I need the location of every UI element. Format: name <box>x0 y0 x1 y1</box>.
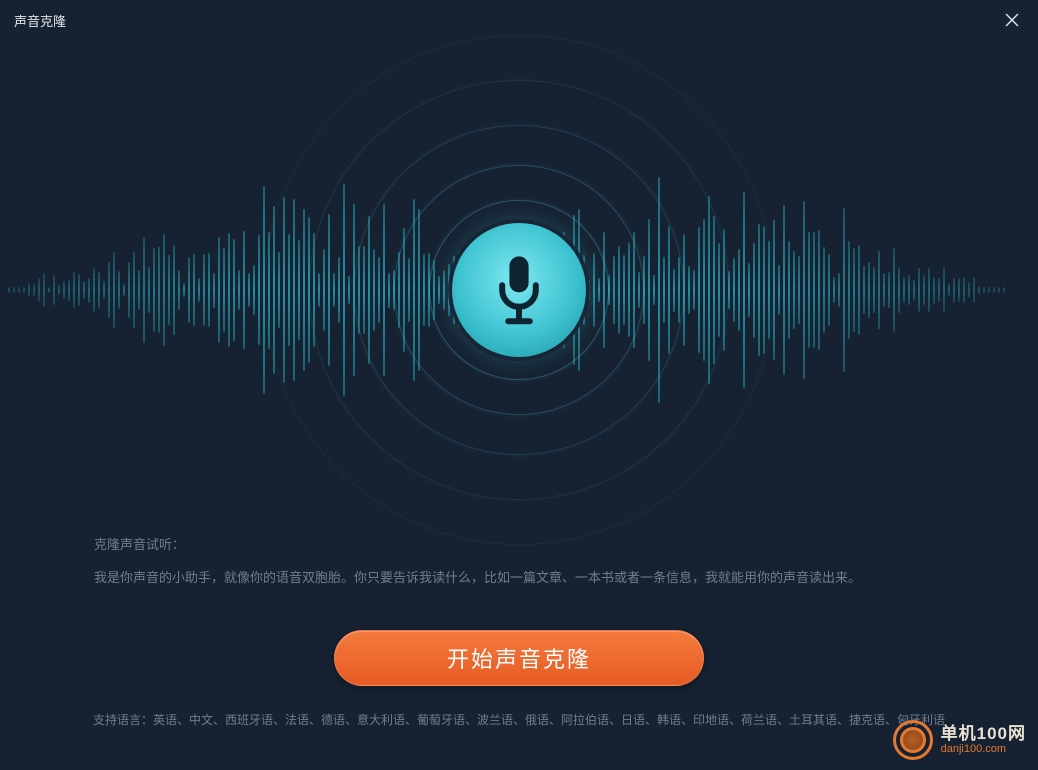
watermark: 单机100网 danji100.com <box>893 720 1026 760</box>
languages-list: 英语、中文、西班牙语、法语、德语、意大利语、葡萄牙语、波兰语、俄语、阿拉伯语、日… <box>153 713 945 727</box>
close-icon <box>1005 13 1019 27</box>
watermark-brand: 单机100网 <box>941 725 1026 744</box>
sample-text-block: 克隆声音试听： 我是你声音的小助手，就像你的语音双胞胎。你只要告诉我读什么，比如… <box>94 535 944 589</box>
watermark-url: danji100.com <box>941 743 1026 755</box>
supported-languages: 支持语言：英语、中文、西班牙语、法语、德语、意大利语、葡萄牙语、波兰语、俄语、阿… <box>80 710 958 730</box>
mic-ripple-group <box>279 50 759 530</box>
sample-description: 我是你声音的小助手，就像你的语音双胞胎。你只要告诉我读什么，比如一篇文章、一本书… <box>94 568 944 589</box>
microphone-icon <box>489 254 549 326</box>
start-clone-button[interactable]: 开始声音克隆 <box>334 630 704 686</box>
languages-prefix: 支持语言： <box>93 713 153 727</box>
sample-heading: 克隆声音试听： <box>94 535 944 556</box>
title-bar: 声音克隆 <box>0 0 1038 40</box>
coin-icon <box>893 720 933 760</box>
mic-button[interactable] <box>452 223 586 357</box>
window-title: 声音克隆 <box>14 11 66 30</box>
close-button[interactable] <box>1000 8 1024 32</box>
start-clone-label: 开始声音克隆 <box>447 642 591 674</box>
